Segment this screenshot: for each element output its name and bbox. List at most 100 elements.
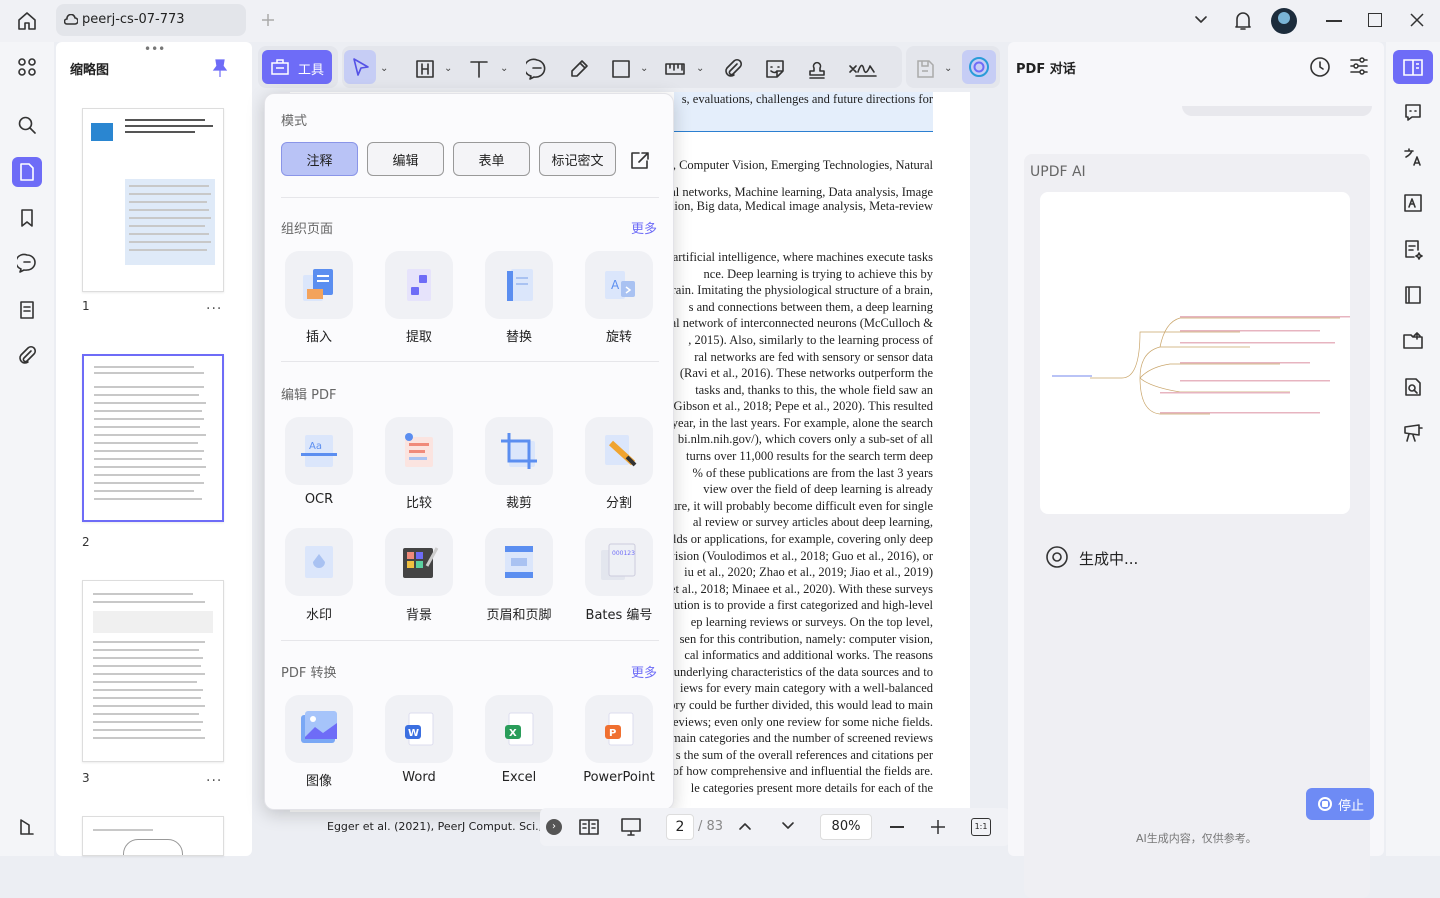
extract-icon[interactable] (385, 251, 453, 319)
mindmap-preview (1040, 192, 1350, 514)
scroll-indicator (1182, 106, 1372, 116)
mode-edit-button[interactable]: 编辑 (367, 142, 444, 176)
excel-icon[interactable]: X (485, 695, 553, 763)
pin-icon[interactable] (212, 58, 228, 78)
ai-assistant-button[interactable] (962, 50, 996, 84)
save-icon[interactable] (914, 58, 936, 80)
organize-more-link[interactable]: 更多 (631, 218, 657, 237)
word-icon[interactable]: W (385, 695, 453, 763)
chevron-down-icon[interactable]: ⌄ (500, 63, 508, 74)
image-label: 图像 (305, 774, 332, 789)
attachment-icon[interactable] (12, 340, 42, 370)
chevron-down-icon[interactable] (781, 820, 795, 832)
book-icon[interactable] (1398, 280, 1428, 310)
background-icon[interactable] (385, 528, 453, 596)
grid-icon[interactable] (12, 52, 42, 82)
minimize-icon[interactable] (1326, 20, 1342, 22)
sticker-icon[interactable] (764, 58, 786, 80)
mode-redact-button[interactable]: 标记密文 (539, 142, 616, 176)
watermark-icon[interactable] (285, 528, 353, 596)
select-tool-button[interactable] (344, 50, 376, 84)
note-tool-icon[interactable] (526, 58, 548, 80)
zoom-out-icon[interactable] (890, 826, 904, 828)
ocr-icon[interactable]: Aa (285, 417, 353, 485)
ocr-sidebar-icon[interactable] (1398, 188, 1428, 218)
powerpoint-icon[interactable]: P (585, 695, 653, 763)
background-label: 背景 (405, 608, 432, 623)
paperclip-icon[interactable] (722, 58, 744, 80)
stop-icon (1318, 797, 1332, 811)
page-thumbnail[interactable] (82, 354, 224, 522)
insert-icon[interactable] (285, 251, 353, 319)
chevron-down-icon[interactable]: ⌄ (640, 63, 648, 74)
document-icon[interactable] (12, 295, 42, 325)
replace-icon[interactable] (485, 251, 553, 319)
close-icon[interactable] (1410, 13, 1424, 27)
text-tool-icon[interactable] (468, 58, 490, 80)
chevron-down-icon[interactable]: ⌄ (380, 63, 388, 74)
page-number-input[interactable]: 2 (666, 814, 694, 840)
thumbnails-icon[interactable] (12, 157, 42, 187)
textbox-tool-icon[interactable] (414, 58, 436, 80)
more-icon[interactable]: ... (206, 769, 222, 785)
new-tab-icon[interactable] (260, 12, 276, 28)
page-thumbnail[interactable] (82, 816, 224, 856)
maximize-icon[interactable] (1368, 13, 1382, 27)
presentation-icon[interactable] (620, 817, 642, 837)
stop-button[interactable]: 停止 (1306, 788, 1374, 820)
chevron-down-icon[interactable]: ⌄ (444, 63, 452, 74)
bates-number-icon[interactable]: 000123 (585, 528, 653, 596)
chevron-down-icon[interactable]: ⌄ (944, 63, 952, 74)
crop-icon[interactable] (485, 417, 553, 485)
presentation-board-icon[interactable] (1398, 418, 1428, 448)
expand-icon[interactable]: › (546, 819, 562, 835)
layers-icon[interactable] (12, 812, 42, 842)
zoom-input[interactable]: 80% (820, 814, 872, 840)
reading-mode-icon[interactable] (578, 818, 600, 836)
open-external-icon[interactable] (629, 150, 651, 170)
compare-icon[interactable] (385, 417, 453, 485)
more-icon[interactable]: ... (206, 297, 222, 313)
search-icon[interactable] (12, 110, 42, 140)
split-icon[interactable] (585, 417, 653, 485)
history-icon[interactable] (1308, 55, 1332, 79)
mode-annotate-button[interactable]: 注释 (281, 142, 358, 176)
chevron-up-icon[interactable] (738, 820, 752, 832)
tools-button[interactable]: 工具 (262, 50, 332, 84)
zoom-in-icon[interactable] (930, 819, 946, 835)
folder-upload-icon[interactable] (1398, 326, 1428, 356)
tools-label: 工具 (298, 63, 325, 78)
home-icon[interactable] (16, 10, 38, 32)
mode-form-button[interactable]: 表单 (453, 142, 530, 176)
rectangle-tool-icon[interactable] (610, 58, 632, 80)
avatar[interactable] (1271, 8, 1297, 34)
chevron-down-icon[interactable] (1193, 14, 1209, 26)
stamp-icon[interactable] (806, 58, 828, 80)
fit-page-icon[interactable]: 1:1 (971, 818, 991, 836)
ocr-label: OCR (304, 492, 334, 507)
ai-summary-icon[interactable] (1398, 234, 1428, 264)
convert-more-link[interactable]: 更多 (631, 662, 657, 681)
comment-icon[interactable] (12, 248, 42, 278)
toolbar: 工具 ⌄ ⌄ ⌄ ⌄ ⌄ ⌄ (256, 42, 1004, 92)
header-footer-icon[interactable] (485, 528, 553, 596)
image-icon[interactable] (285, 695, 353, 763)
svg-text:Aa: Aa (309, 441, 322, 452)
measure-tool-icon[interactable] (664, 58, 686, 80)
svg-text:A: A (611, 278, 620, 292)
signature-icon[interactable] (848, 58, 878, 80)
page-thumbnail[interactable] (82, 108, 224, 292)
ai-chat-icon[interactable] (1393, 50, 1433, 84)
rotate-icon[interactable]: A (585, 251, 653, 319)
chevron-down-icon[interactable]: ⌄ (696, 63, 704, 74)
highlighter-icon[interactable] (568, 58, 590, 80)
ai-assistant-icon[interactable] (1398, 97, 1428, 127)
page-thumbnail[interactable] (82, 580, 224, 762)
bell-icon[interactable] (1233, 10, 1253, 32)
translate-icon[interactable] (1398, 143, 1428, 173)
bookmark-icon[interactable] (12, 203, 42, 233)
drag-handle[interactable]: ••• (144, 42, 165, 56)
document-tab[interactable]: peerj-cs-07-773 (56, 4, 246, 36)
settings-sliders-icon[interactable] (1348, 55, 1370, 77)
search-document-icon[interactable] (1398, 372, 1428, 402)
